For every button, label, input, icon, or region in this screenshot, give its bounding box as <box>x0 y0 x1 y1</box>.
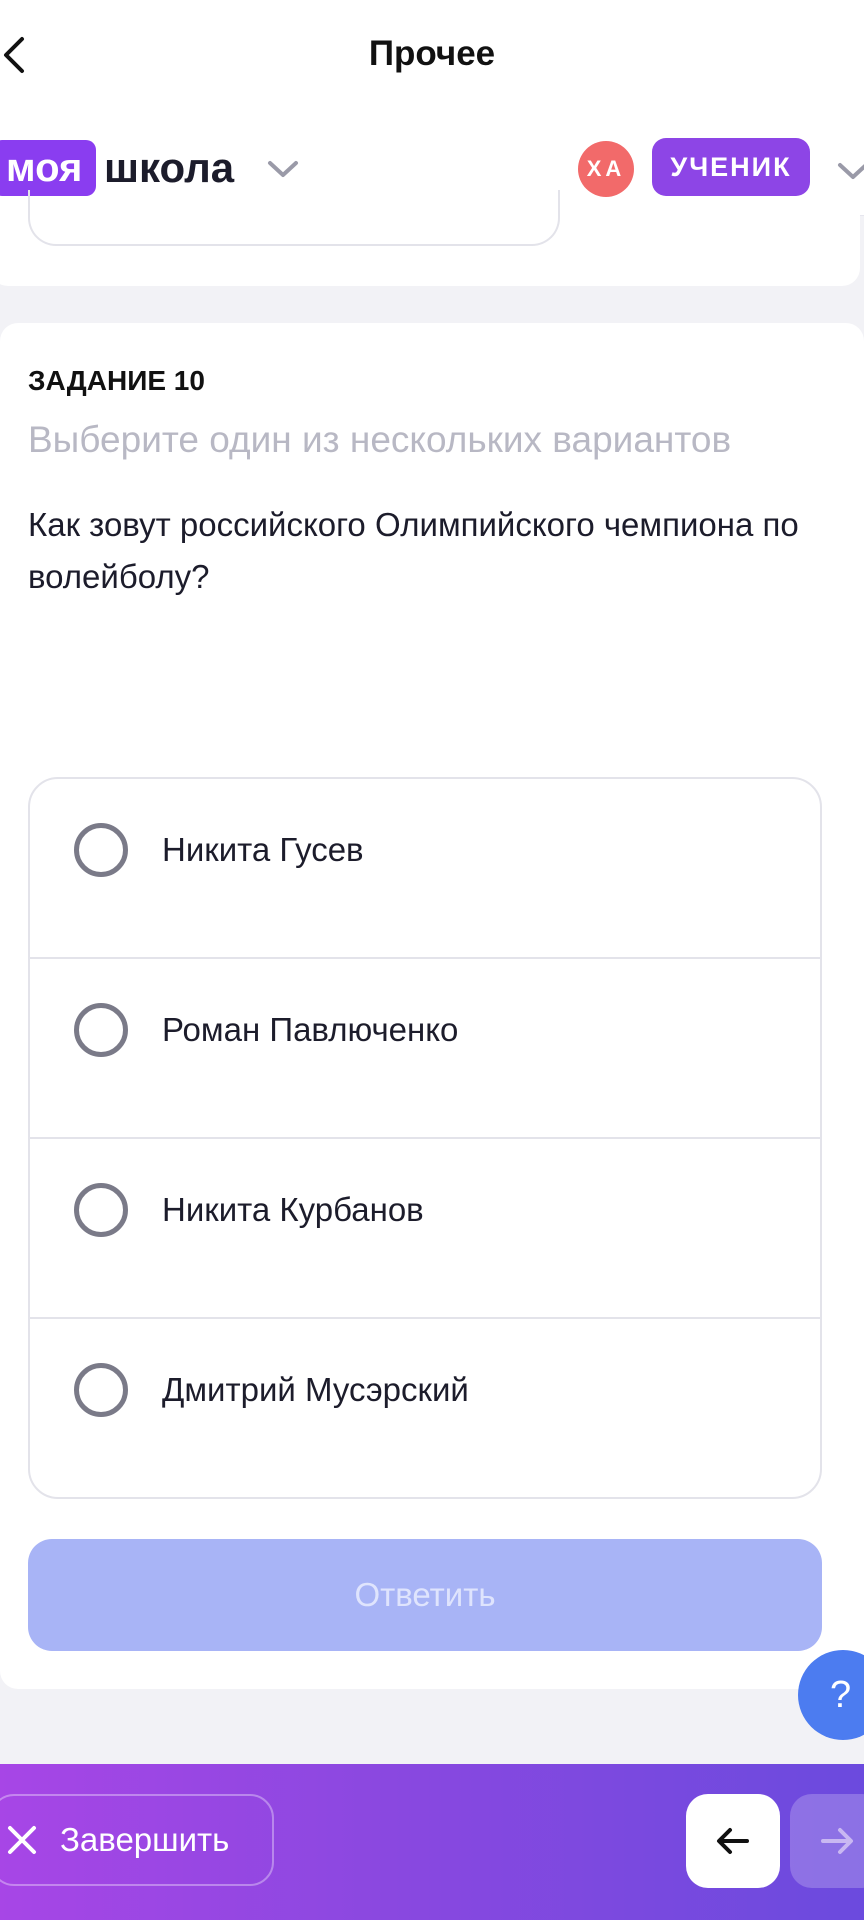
logo-shkola[interactable]: школа <box>104 140 234 196</box>
top-bar: Прочее <box>0 0 864 116</box>
answer-option[interactable]: Никита Курбанов <box>30 1139 820 1319</box>
task-card: ЗАДАНИЕ 10 Выберите один из нескольких в… <box>0 323 864 1689</box>
close-icon <box>8 1826 36 1854</box>
answer-option[interactable]: Дмитрий Мусэрский <box>30 1319 820 1497</box>
role-badge[interactable]: УЧЕНИК <box>652 138 810 196</box>
previous-task-pill <box>28 190 560 246</box>
answer-option[interactable]: Никита Гусев <box>30 779 820 959</box>
avatar[interactable]: ХА <box>578 141 634 197</box>
chevron-down-icon[interactable] <box>266 154 300 184</box>
option-label: Никита Гусев <box>162 831 364 868</box>
chevron-down-icon[interactable] <box>836 156 864 186</box>
radio-button[interactable] <box>74 823 128 877</box>
arrow-right-icon <box>821 1828 853 1854</box>
page-title: Прочее <box>368 34 496 73</box>
answer-option[interactable]: Роман Павлюченко <box>30 959 820 1139</box>
radio-button[interactable] <box>74 1183 128 1237</box>
task-number: ЗАДАНИЕ 10 <box>28 365 205 396</box>
finish-button[interactable]: Завершить <box>0 1794 274 1886</box>
previous-task-card <box>0 190 860 286</box>
option-label: Никита Курбанов <box>162 1191 424 1228</box>
logo-moya[interactable]: моя <box>0 140 97 196</box>
arrow-left-icon <box>717 1828 749 1854</box>
answer-options: Никита Гусев Роман Павлюченко Никита Кур… <box>28 777 822 1499</box>
bottom-bar: Завершить <box>0 1764 864 1920</box>
option-label: Дмитрий Мусэрский <box>162 1371 469 1408</box>
previous-question-button[interactable] <box>686 1794 780 1888</box>
task-question: Как зовут российского Олимпийского чемпи… <box>28 506 799 595</box>
task-hint: Выберите один из нескольких вариантов <box>28 419 732 460</box>
radio-button[interactable] <box>74 1003 128 1057</box>
option-label: Роман Павлюченко <box>162 1011 459 1048</box>
next-question-button[interactable] <box>790 1794 864 1888</box>
submit-answer-button[interactable]: Ответить <box>28 1539 822 1651</box>
radio-button[interactable] <box>74 1363 128 1417</box>
finish-label: Завершить <box>60 1821 230 1858</box>
